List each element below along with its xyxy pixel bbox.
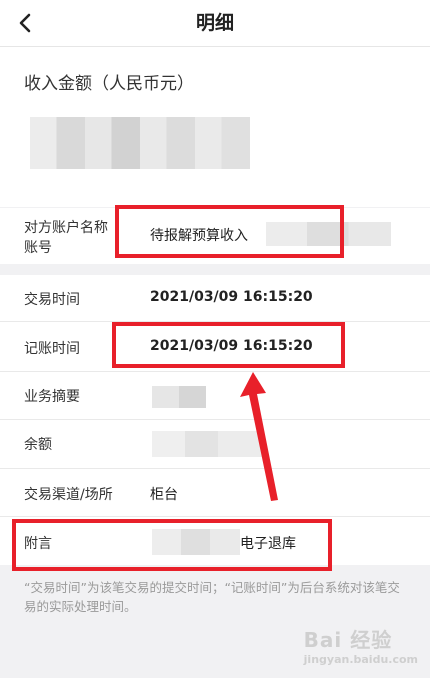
watermark-text: Bai 经验: [303, 628, 393, 652]
watermark-logo: Bai 经验 jingyan.baidu.com: [304, 624, 418, 666]
watermark-sub: jingyan.baidu.com: [303, 653, 418, 666]
annotation-arrow-icon: [240, 372, 278, 501]
